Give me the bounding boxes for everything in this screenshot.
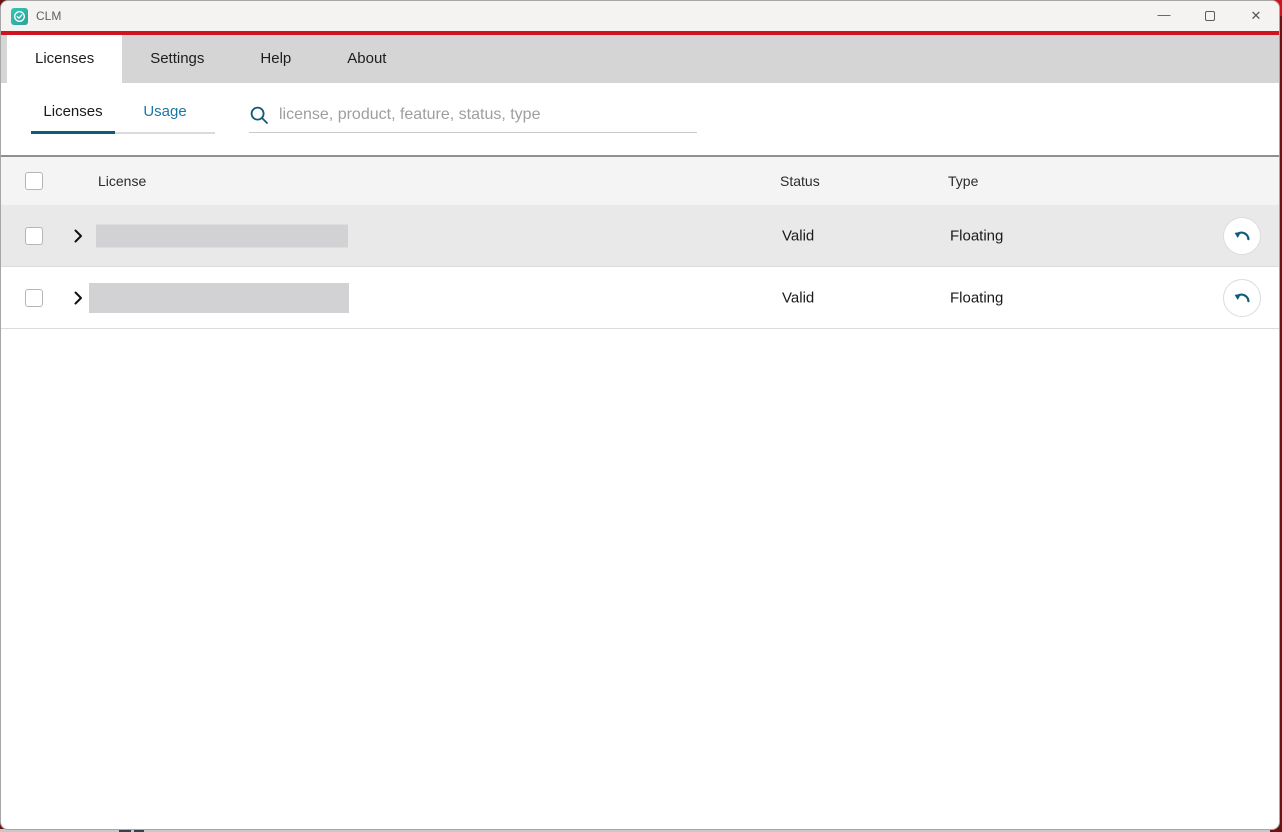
controls-row: Licenses Usage + Borrow + Add [1,83,1279,155]
table-header: License Status Type [1,155,1279,205]
return-license-button[interactable] [1223,279,1261,317]
return-license-button[interactable] [1223,217,1261,255]
column-header-license: License [98,173,146,189]
search-icon [249,105,269,125]
tab-help[interactable]: Help [232,35,319,83]
select-all-checkbox[interactable] [25,172,43,190]
close-button[interactable]: ✕ [1233,1,1279,31]
undo-arrow-icon [1231,225,1253,247]
row-checkbox[interactable] [25,289,43,307]
column-header-type: Type [948,173,978,189]
tab-licenses[interactable]: Licenses [7,35,122,83]
minimize-icon: — [1158,7,1171,22]
app-logo-icon [11,8,28,25]
expand-chevron-icon[interactable] [71,229,85,243]
undo-arrow-icon [1231,287,1253,309]
subtab-licenses[interactable]: Licenses [31,95,115,134]
table-row[interactable]: Valid Floating [1,267,1279,329]
empty-content-area [1,329,1279,812]
license-name-redacted [96,224,348,247]
minimize-button[interactable]: — [1141,1,1187,31]
table-row[interactable]: Valid Floating [1,205,1279,267]
type-value: Floating [950,289,1003,306]
sub-tab-bar: Licenses Usage [31,95,215,134]
maximize-button[interactable] [1187,1,1233,31]
main-tab-bar: Licenses Settings Help About [1,35,1279,83]
expand-chevron-icon[interactable] [71,291,85,305]
row-checkbox[interactable] [25,227,43,245]
subtab-usage[interactable]: Usage [115,95,215,134]
tab-settings[interactable]: Settings [122,35,232,83]
close-icon: ✕ [1251,8,1262,24]
column-header-status: Status [780,173,820,189]
caption-controls: — ✕ [1141,1,1279,31]
title-bar: CLM — ✕ [1,1,1279,31]
license-name-redacted [89,283,349,313]
search-input[interactable] [279,106,697,124]
maximize-icon [1205,11,1215,21]
search-field [249,97,697,133]
window-title: CLM [36,9,61,23]
type-value: Floating [950,227,1003,244]
status-value: Valid [782,227,814,244]
tab-about[interactable]: About [319,35,414,83]
status-value: Valid [782,289,814,306]
clm-app-window: CLM — ✕ Licenses Settings Help About Lic… [0,0,1280,830]
